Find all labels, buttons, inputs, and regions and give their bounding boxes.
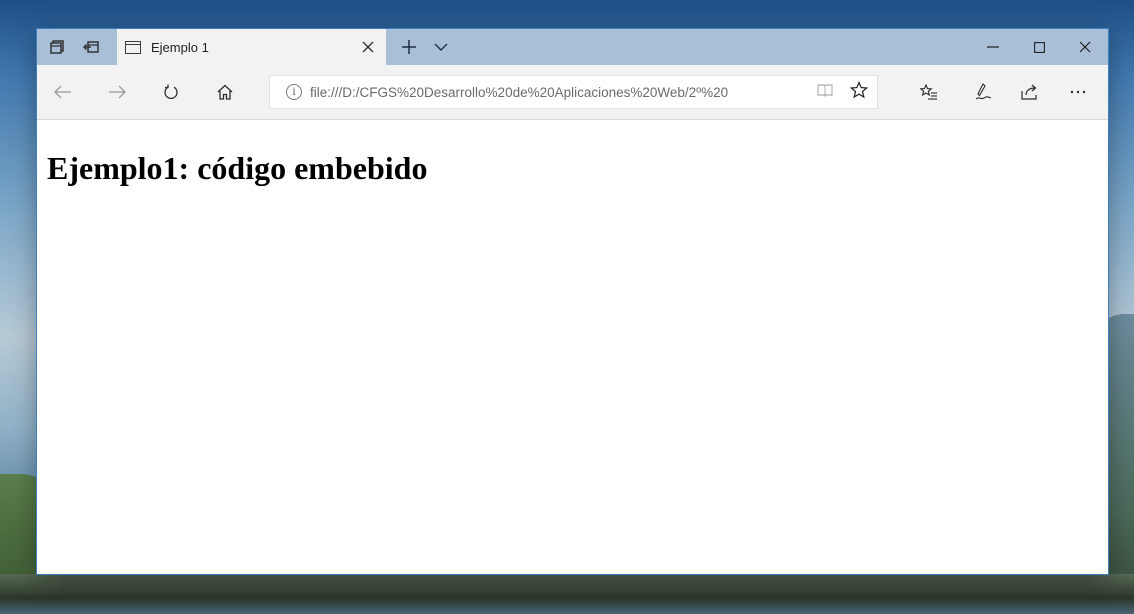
- home-icon: [217, 84, 233, 100]
- more-icon: [1070, 90, 1086, 94]
- close-icon: [362, 41, 374, 53]
- info-icon[interactable]: i: [286, 84, 302, 100]
- more-button[interactable]: [1055, 65, 1101, 119]
- share-icon: [1021, 84, 1037, 100]
- back-arrow-icon: [54, 85, 71, 99]
- page-heading: Ejemplo1: código embebido: [47, 150, 428, 186]
- close-icon: [1079, 41, 1091, 53]
- close-window-button[interactable]: [1062, 29, 1108, 65]
- favorites-hub-button[interactable]: [906, 65, 952, 119]
- share-button[interactable]: [1007, 65, 1053, 119]
- tab-manager-icon[interactable]: [41, 29, 73, 65]
- page-content: Ejemplo1: código embebido: [37, 120, 1108, 574]
- tab-title: Ejemplo 1: [151, 39, 209, 55]
- title-bar: Ejemplo 1: [37, 29, 1108, 65]
- browser-window: Ejemplo 1 i file:///D:/CFGS%20Desarrollo…: [37, 29, 1108, 574]
- forward-arrow-icon: [109, 85, 126, 99]
- reading-view-icon[interactable]: [809, 83, 841, 101]
- favorites-hub-icon: [920, 84, 937, 100]
- set-aside-tabs-icon[interactable]: [75, 29, 107, 65]
- page-icon: [125, 40, 141, 54]
- web-note-button[interactable]: [960, 65, 1006, 119]
- maximize-icon: [1033, 41, 1045, 53]
- forward-button[interactable]: [97, 65, 137, 119]
- plus-icon: [402, 40, 416, 54]
- minimize-button[interactable]: [970, 29, 1016, 65]
- back-button[interactable]: [43, 65, 83, 119]
- tab-preview-toggle[interactable]: [423, 29, 459, 65]
- chevron-down-icon: [434, 43, 448, 51]
- close-tab-button[interactable]: [350, 29, 386, 65]
- star-icon[interactable]: [841, 80, 877, 104]
- new-tab-button[interactable]: [391, 29, 427, 65]
- address-bar[interactable]: i file:///D:/CFGS%20Desarrollo%20de%20Ap…: [269, 75, 878, 109]
- web-note-icon: [975, 83, 992, 100]
- address-url[interactable]: file:///D:/CFGS%20Desarrollo%20de%20Apli…: [310, 85, 809, 100]
- minimize-icon: [987, 46, 999, 48]
- maximize-button[interactable]: [1016, 29, 1062, 65]
- refresh-icon: [164, 84, 178, 100]
- navigation-bar: i file:///D:/CFGS%20Desarrollo%20de%20Ap…: [37, 65, 1108, 120]
- tab-ejemplo-1[interactable]: Ejemplo 1: [117, 29, 386, 65]
- home-button[interactable]: [205, 65, 245, 119]
- refresh-button[interactable]: [151, 65, 191, 119]
- wallpaper-shore: [0, 574, 1134, 614]
